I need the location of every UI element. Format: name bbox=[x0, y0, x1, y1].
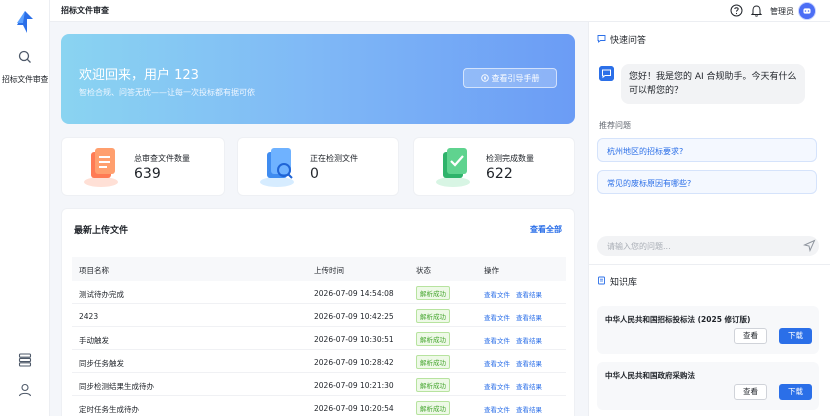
view-file-link[interactable]: 查看文件 bbox=[484, 383, 510, 391]
project-name: 2423 bbox=[79, 312, 99, 321]
sidebar-item-review[interactable] bbox=[0, 50, 50, 64]
scan-document-icon bbox=[260, 148, 294, 187]
view-result-link[interactable]: 查看结果 bbox=[516, 337, 542, 345]
book-icon bbox=[598, 276, 605, 285]
project-name: 定时任务生成待办 bbox=[79, 405, 139, 414]
document-stack-icon bbox=[84, 148, 118, 187]
kb-item: 中华人民共和国政府采购法 查看 下载 bbox=[597, 362, 819, 410]
bell-icon[interactable] bbox=[750, 4, 763, 17]
stat-card-completed: 检测完成数量 622 bbox=[413, 137, 575, 196]
quick-qa-title: 快速问答 bbox=[610, 36, 647, 46]
compass-icon bbox=[480, 74, 489, 82]
welcome-banner: 欢迎回来，用户 123 智检合规、问答无忧——让每一次投标都有据可依 查看引导手… bbox=[61, 34, 575, 124]
stat-card-in-progress: 正在检测文件 0 bbox=[237, 137, 399, 196]
table-row: 手动触发 2026-07-09 10:30:51 解析成功 查看文件 查看结果 bbox=[72, 327, 566, 350]
chat-icon bbox=[597, 35, 606, 43]
help-icon[interactable] bbox=[730, 4, 743, 17]
table-row: 同步检测结果生成待办 2026-07-09 10:21:30 解析成功 查看文件… bbox=[72, 373, 566, 396]
guide-button[interactable]: 查看引导手册 bbox=[463, 68, 557, 88]
project-name: 同步检测结果生成待办 bbox=[79, 382, 154, 391]
database-icon[interactable] bbox=[17, 352, 33, 368]
view-result-link[interactable]: 查看结果 bbox=[516, 360, 542, 368]
sidebar-item-label: 招标文件审查 bbox=[1, 75, 49, 84]
user-icon[interactable] bbox=[17, 382, 33, 398]
view-result-link[interactable]: 查看结果 bbox=[516, 383, 542, 391]
latest-files-card: 最新上传文件 查看全部 项目名称 上传时间 状态 操作 测试待办完成 2026-… bbox=[61, 208, 575, 416]
stat-value: 639 bbox=[134, 166, 161, 182]
view-result-link[interactable]: 查看结果 bbox=[516, 314, 542, 322]
stat-value: 0 bbox=[310, 166, 319, 182]
table-row: 测试待办完成 2026-07-09 14:54:08 解析成功 查看文件 查看结果 bbox=[72, 281, 566, 304]
view-all-link[interactable]: 查看全部 bbox=[530, 224, 562, 235]
table-row: 2423 2026-07-09 10:42:25 解析成功 查看文件 查看结果 bbox=[72, 304, 566, 327]
assistant-icon bbox=[599, 66, 614, 81]
stat-value: 622 bbox=[486, 166, 513, 182]
status-badge: 解析成功 bbox=[416, 332, 450, 346]
table-row: 定时任务生成待办 2026-07-09 10:20:54 解析成功 查看文件 查看… bbox=[72, 396, 566, 416]
view-button[interactable]: 查看 bbox=[734, 328, 767, 344]
status-badge: 解析成功 bbox=[416, 309, 450, 323]
knowledge-base-title: 知识库 bbox=[610, 278, 638, 288]
question-input[interactable] bbox=[597, 236, 819, 256]
left-rail: 招标文件审查 bbox=[0, 0, 50, 416]
search-icon bbox=[18, 50, 31, 63]
stat-label: 总审查文件数量 bbox=[134, 154, 190, 163]
project-name: 手动触发 bbox=[79, 336, 109, 345]
app-title: 招标文件审查 bbox=[61, 6, 109, 15]
welcome-subtitle: 智检合规、问答无忧——让每一次投标都有据可依 bbox=[79, 88, 255, 97]
welcome-title: 欢迎回来，用户 123 bbox=[79, 68, 199, 83]
app-logo-icon bbox=[17, 11, 33, 33]
upload-time: 2026-07-09 14:54:08 bbox=[314, 289, 394, 298]
view-file-link[interactable]: 查看文件 bbox=[484, 406, 510, 414]
status-badge: 解析成功 bbox=[416, 401, 450, 415]
column-header: 上传时间 bbox=[314, 266, 344, 275]
upload-time: 2026-07-09 10:28:42 bbox=[314, 358, 394, 367]
table-row: 同步任务触发 2026-07-09 10:28:42 解析成功 查看文件 查看结果 bbox=[72, 350, 566, 373]
view-result-link[interactable]: 查看结果 bbox=[516, 291, 542, 299]
view-result-link[interactable]: 查看结果 bbox=[516, 406, 542, 414]
upload-time: 2026-07-09 10:30:51 bbox=[314, 335, 394, 344]
view-file-link[interactable]: 查看文件 bbox=[484, 291, 510, 299]
stat-label: 检测完成数量 bbox=[486, 154, 534, 163]
upload-time: 2026-07-09 10:20:54 bbox=[314, 404, 394, 413]
status-badge: 解析成功 bbox=[416, 286, 450, 300]
column-header: 操作 bbox=[484, 266, 499, 275]
divider bbox=[589, 264, 830, 265]
guide-button-label: 查看引导手册 bbox=[491, 73, 540, 83]
recommend-title: 推荐问题 bbox=[599, 121, 631, 130]
status-badge: 解析成功 bbox=[416, 355, 450, 369]
table-header: 项目名称 上传时间 状态 操作 bbox=[72, 257, 566, 281]
project-name: 测试待办完成 bbox=[79, 290, 124, 299]
user-name[interactable]: 管理员 bbox=[770, 6, 794, 17]
top-bar: 招标文件审查 管理员 bbox=[50, 0, 830, 22]
status-badge: 解析成功 bbox=[416, 378, 450, 392]
kb-item: 中华人民共和国招标投标法 (2025 修订版) 查看 下载 bbox=[597, 306, 819, 354]
download-button[interactable]: 下载 bbox=[779, 384, 812, 400]
right-panel: 快速问答 您好！我是您的 AI 合规助手。今天有什么可以帮您的？ 推荐问题 杭州… bbox=[588, 22, 830, 416]
kb-item-title: 中华人民共和国招标投标法 (2025 修订版) bbox=[605, 315, 751, 324]
view-file-link[interactable]: 查看文件 bbox=[484, 314, 510, 322]
project-name: 同步任务触发 bbox=[79, 359, 124, 368]
recommended-question[interactable]: 杭州地区的招标要求? bbox=[597, 138, 817, 162]
recommended-question[interactable]: 常见的废标原因有哪些? bbox=[597, 170, 817, 194]
send-icon[interactable] bbox=[803, 239, 816, 252]
column-header: 项目名称 bbox=[79, 266, 109, 275]
assistant-greeting: 您好！我是您的 AI 合规助手。今天有什么可以帮您的？ bbox=[621, 64, 805, 104]
view-file-link[interactable]: 查看文件 bbox=[484, 360, 510, 368]
upload-time: 2026-07-09 10:42:25 bbox=[314, 312, 394, 321]
download-button[interactable]: 下载 bbox=[779, 328, 812, 344]
stat-card-total: 总审查文件数量 639 bbox=[61, 137, 225, 196]
view-file-link[interactable]: 查看文件 bbox=[484, 337, 510, 345]
kb-item-title: 中华人民共和国政府采购法 bbox=[605, 371, 695, 380]
stat-label: 正在检测文件 bbox=[310, 154, 358, 163]
view-button[interactable]: 查看 bbox=[734, 384, 767, 400]
upload-time: 2026-07-09 10:21:30 bbox=[314, 381, 394, 390]
avatar[interactable] bbox=[798, 2, 816, 20]
check-document-icon bbox=[436, 148, 470, 187]
latest-files-title: 最新上传文件 bbox=[74, 226, 129, 236]
column-header: 状态 bbox=[416, 266, 431, 275]
